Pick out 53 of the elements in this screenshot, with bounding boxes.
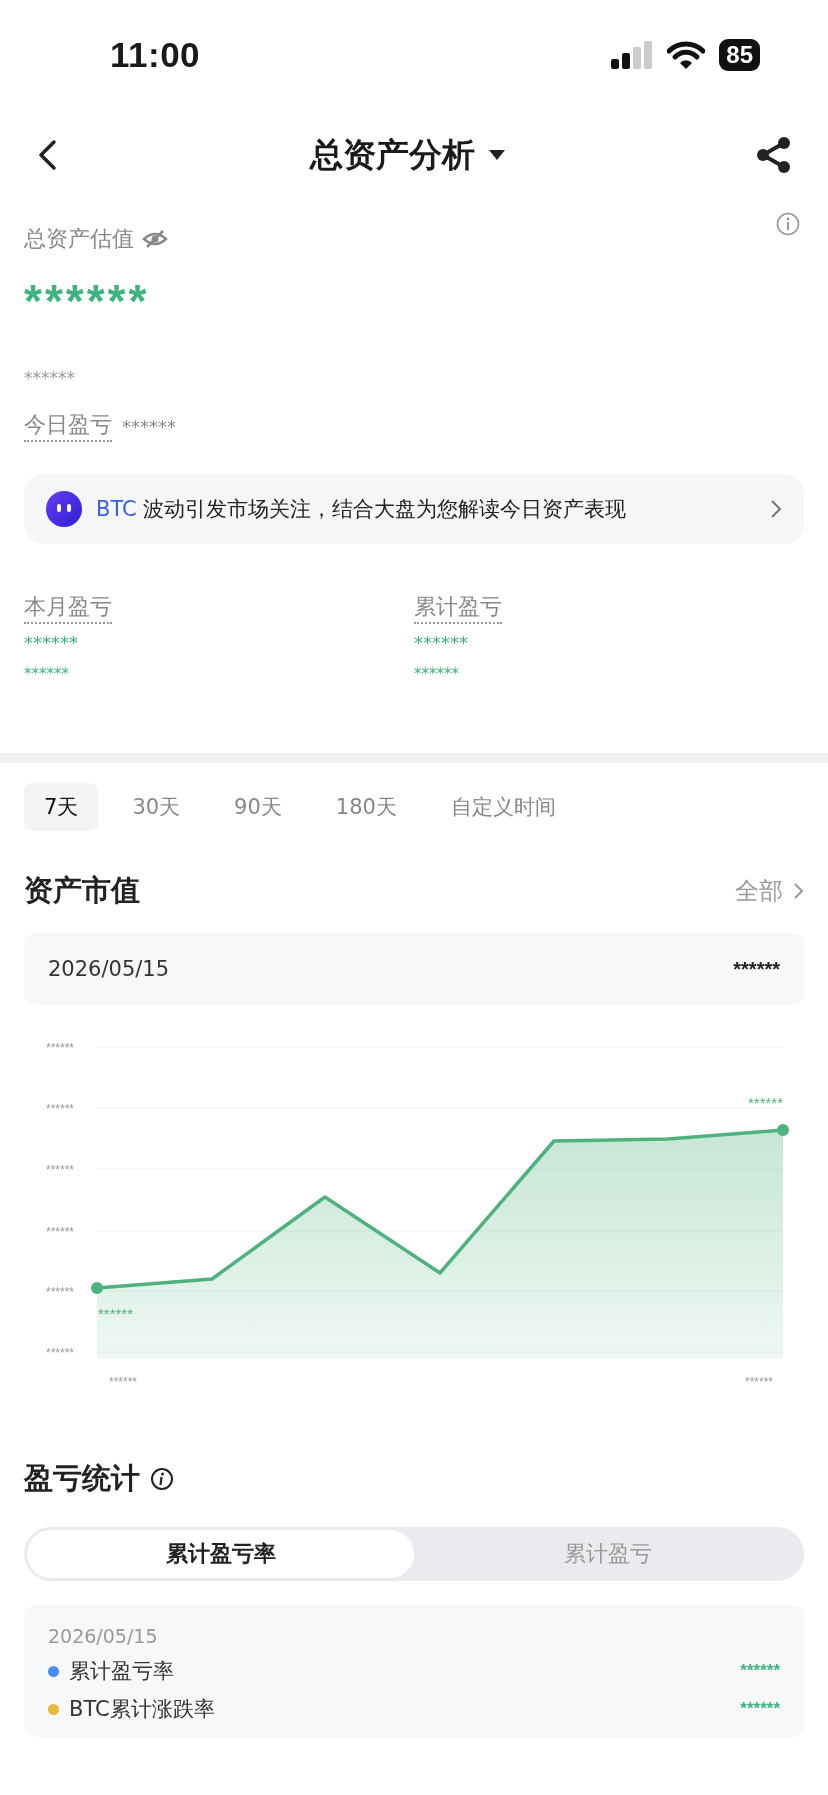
total-assets-value: ******	[24, 274, 150, 328]
x-axis-label: ******	[744, 1375, 773, 1389]
section-title: 资产市值	[24, 872, 140, 909]
chevron-right-icon[interactable]	[793, 882, 804, 900]
chart-value: ******	[733, 957, 780, 981]
status-time: 11:00	[110, 35, 201, 75]
section-title: 盈亏统计	[24, 1460, 140, 1497]
dropdown-caret-icon[interactable]	[488, 150, 505, 160]
wifi-icon	[667, 41, 706, 69]
y-axis-label: ******	[46, 1041, 75, 1055]
end-value-label: ******	[747, 1094, 783, 1111]
info-icon[interactable]	[150, 1467, 174, 1491]
insight-banner[interactable]: BTC 波动引发市场关注，结合大盘为您解读今日资产表现	[24, 474, 804, 544]
y-axis-label: ******	[46, 1285, 75, 1299]
y-axis-label: ******	[46, 1346, 75, 1360]
period-tab[interactable]: 180天	[315, 783, 417, 831]
chevron-right-icon	[770, 499, 782, 519]
share-icon[interactable]	[756, 136, 792, 174]
stats-date: 2026/05/15	[48, 1625, 159, 1647]
start-value-label: ******	[98, 1305, 134, 1322]
period-tab[interactable]: 30天	[112, 783, 201, 831]
page-title: 总资产分析	[309, 133, 475, 176]
signal-icon	[611, 41, 654, 69]
period-tab[interactable]: 90天	[214, 783, 302, 831]
y-axis-label: ******	[46, 1225, 75, 1239]
period-tab[interactable]: 自定义时间	[430, 783, 576, 831]
y-axis-label: ******	[46, 1163, 75, 1177]
back-icon[interactable]	[36, 139, 58, 171]
assets-sub-value: ******	[24, 368, 76, 388]
chart-date: 2026/05/15	[48, 957, 170, 981]
battery-level: 85	[719, 39, 760, 71]
robot-avatar-icon	[46, 491, 82, 527]
pnl-rate: ******	[24, 665, 69, 683]
pnl-rate: ******	[414, 665, 459, 683]
segment-tab[interactable]: 累计盈亏	[414, 1530, 801, 1578]
series-value: ******	[740, 1661, 780, 1681]
eye-hidden-icon[interactable]	[142, 229, 168, 249]
x-axis-label: ******	[109, 1375, 138, 1389]
series-name: 累计盈亏率	[69, 1658, 175, 1685]
series-name: BTC累计涨跌率	[69, 1696, 216, 1723]
view-all-link[interactable]: 全部	[735, 875, 804, 907]
series-value: ******	[740, 1699, 780, 1719]
pnl-label: 本月盈亏	[24, 592, 112, 624]
pnl-value: ******	[24, 632, 78, 653]
segment-tab[interactable]: 累计盈亏率	[27, 1530, 414, 1578]
today-pnl-label: 今日盈亏	[24, 410, 112, 442]
period-tab[interactable]: 7天	[24, 783, 99, 831]
insight-text: BTC 波动引发市场关注，结合大盘为您解读今日资产表现	[96, 496, 628, 523]
today-pnl-value: ******	[122, 415, 176, 437]
y-axis-label: ******	[46, 1102, 75, 1116]
total-assets-label: 总资产估值	[24, 225, 134, 253]
pnl-label: 累计盈亏	[414, 592, 502, 624]
pnl-value: ******	[414, 632, 468, 653]
